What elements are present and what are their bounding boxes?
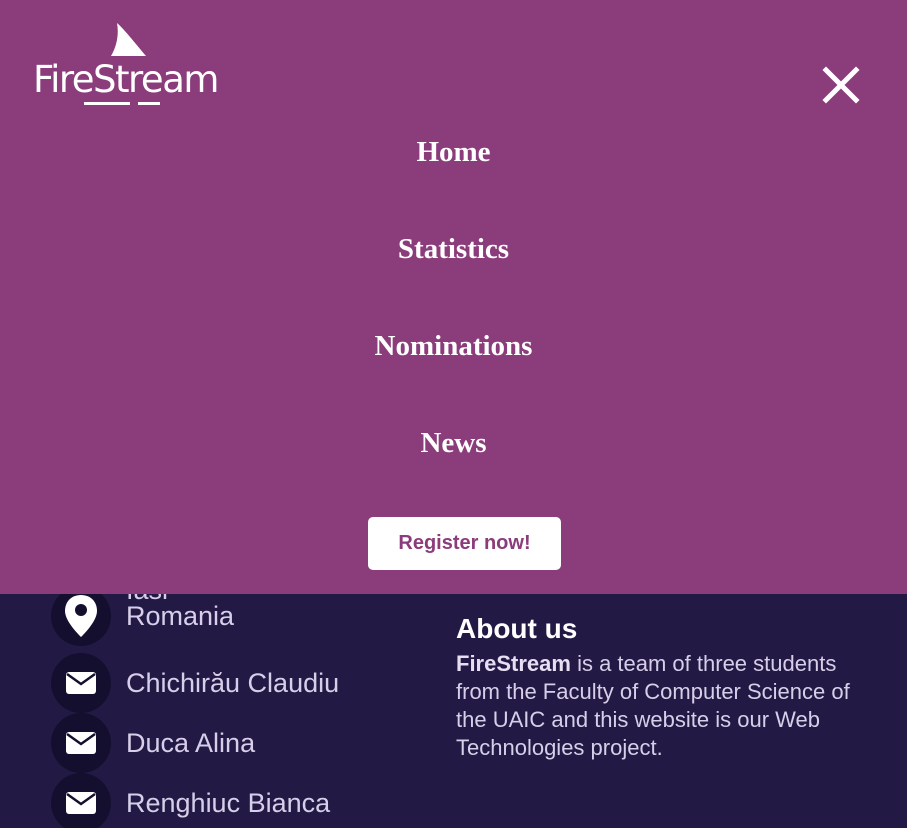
footer: Romania Iasi Chichirău Claudiu Duca Alin…: [0, 575, 907, 828]
nav-item-statistics[interactable]: Statistics: [0, 233, 907, 266]
nav-link-news[interactable]: News: [420, 427, 486, 459]
location-pin-icon: [51, 586, 111, 646]
nav-link-nominations[interactable]: Nominations: [375, 330, 533, 362]
contact-email-3[interactable]: Renghiuc Bianca: [51, 773, 330, 828]
envelope-icon: [51, 653, 111, 713]
logo-text: FireStream: [33, 58, 219, 101]
nav-item-home[interactable]: Home: [0, 136, 907, 169]
about-section: About us FireStream is a team of three s…: [456, 612, 876, 762]
about-title: About us: [456, 613, 578, 644]
about-text: FireStream is a team of three students f…: [456, 650, 876, 762]
nav-item-nominations[interactable]: Nominations: [0, 330, 907, 363]
contact-name[interactable]: Chichirău Claudiu: [126, 667, 339, 699]
about-brand: FireStream: [456, 651, 571, 676]
menu-overlay: FireStream Home Statistics Nominations N…: [0, 0, 907, 594]
logo[interactable]: FireStream: [32, 22, 222, 108]
contact-name[interactable]: Renghiuc Bianca: [126, 787, 330, 819]
nav-item-news[interactable]: News: [0, 427, 907, 460]
shark-fin-icon: [111, 23, 146, 56]
contact-name[interactable]: Duca Alina: [126, 727, 255, 759]
contact-email-2[interactable]: Duca Alina: [51, 713, 255, 773]
envelope-icon: [51, 773, 111, 828]
contact-email-1[interactable]: Chichirău Claudiu: [51, 653, 339, 713]
logo-underline: [84, 102, 160, 105]
envelope-icon: [51, 713, 111, 773]
register-button[interactable]: Register now!: [368, 517, 561, 570]
close-icon[interactable]: [818, 62, 864, 108]
nav-link-statistics[interactable]: Statistics: [398, 233, 509, 265]
nav-link-home[interactable]: Home: [416, 136, 490, 168]
